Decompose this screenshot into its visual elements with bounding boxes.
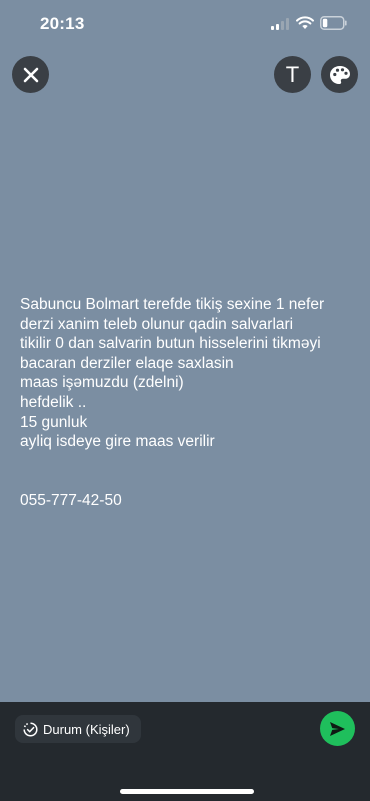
close-icon — [23, 67, 38, 82]
close-button[interactable] — [12, 56, 49, 93]
status-ring-icon — [23, 721, 38, 737]
text-tool-icon: T — [285, 61, 300, 87]
home-indicator — [120, 789, 254, 794]
send-button[interactable] — [320, 711, 355, 746]
text-tool-button[interactable]: T — [274, 56, 311, 93]
send-icon — [330, 721, 345, 736]
battery-icon — [320, 16, 347, 30]
status-time: 20:13 — [40, 14, 85, 33]
background-color-button[interactable] — [321, 56, 358, 93]
cellular-signal-icon — [271, 18, 289, 30]
status-bar: 20:13 — [0, 0, 370, 48]
status-audience-label: Durum (Kişiler) — [43, 721, 130, 737]
status-text[interactable]: Sabuncu Bolmart terefde tikiş sexine 1 n… — [20, 295, 360, 511]
wifi-icon — [296, 16, 314, 29]
bottom-bar: Durum (Kişiler) — [0, 702, 370, 801]
palette-icon — [329, 65, 350, 84]
status-audience-button[interactable]: Durum (Kişiler) — [15, 715, 141, 743]
